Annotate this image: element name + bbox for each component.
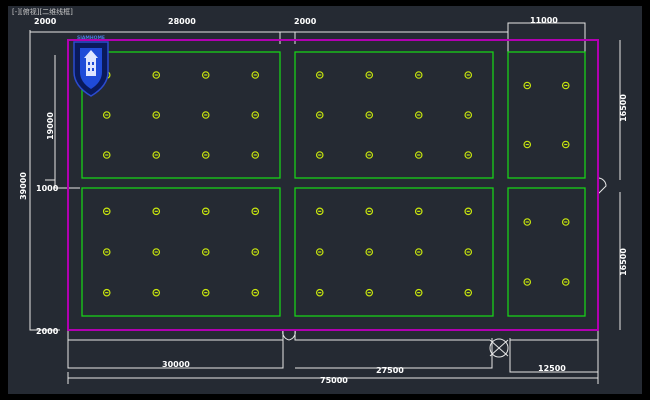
light-fixture-mark [466, 292, 470, 294]
dim-top-mid-2000: 2000 [294, 17, 317, 26]
light-fixture-mark [466, 154, 470, 156]
dim-bottom-12500: 12500 [538, 364, 566, 373]
light-fixture-mark [154, 210, 158, 212]
cad-viewport[interactable]: [-][俯视][二维线框] 2000 28000 2000 11000 1900… [8, 6, 642, 394]
light-fixture-mark [253, 114, 257, 116]
light-fixture-mark [417, 292, 421, 294]
floor-plan-drawing: 2000 28000 2000 11000 19000 39000 1000 2… [19, 16, 628, 385]
zone-top-left [81, 51, 281, 179]
light-fixture-mark [367, 74, 371, 76]
dim-top-11000: 11000 [530, 16, 558, 25]
light-fixture-mark [564, 281, 568, 283]
screen-frame: [-][俯视][二维线框] 2000 28000 2000 11000 1900… [0, 0, 650, 400]
light-fixture-mark [564, 221, 568, 223]
light-fixture-mark [253, 251, 257, 253]
light-fixture-mark [318, 251, 322, 253]
light-fixture-mark [253, 74, 257, 76]
light-fixture-mark [253, 154, 257, 156]
light-fixture-mark [154, 251, 158, 253]
light-fixture-mark [204, 114, 208, 116]
light-fixture-mark [417, 114, 421, 116]
light-fixture-mark [564, 84, 568, 87]
dim-left-19000: 19000 [46, 112, 55, 140]
light-fixture-mark [466, 210, 470, 212]
dim-left-39000: 39000 [19, 172, 28, 200]
brand-logo: SIAMHOME [73, 35, 109, 97]
light-fixture-mark [525, 143, 529, 146]
light-fixture-mark [367, 251, 371, 253]
dim-right-bottom-16500: 16500 [619, 248, 628, 276]
logo-building-icon [86, 58, 96, 76]
dim-top-28000: 28000 [168, 17, 196, 26]
light-fixture-mark [525, 84, 529, 87]
light-fixtures [102, 71, 570, 297]
logo-text: SIAMHOME [77, 35, 105, 41]
dim-left-bottom-2000: 2000 [36, 327, 59, 336]
light-fixture-mark [466, 251, 470, 253]
light-fixture-mark [367, 114, 371, 116]
light-fixture-mark [417, 251, 421, 253]
light-fixture-mark [105, 154, 109, 156]
light-fixture-mark [564, 143, 568, 146]
light-fixture-mark [318, 154, 322, 156]
dim-bottom-30000: 30000 [162, 360, 190, 369]
zone-bottom-left [81, 187, 281, 317]
light-fixture-mark [204, 154, 208, 156]
zone-top-right [507, 51, 586, 179]
light-fixture-mark [105, 251, 109, 253]
zone-bottom-middle [294, 187, 494, 317]
light-fixture-mark [417, 210, 421, 212]
light-fixture-mark [318, 74, 322, 76]
zone-bottom-right [507, 187, 586, 317]
light-fixture-mark [318, 114, 322, 116]
dim-left-1000: 1000 [36, 184, 59, 193]
light-fixture-mark [318, 210, 322, 212]
light-fixture-mark [105, 210, 109, 212]
light-fixture-mark [105, 292, 109, 294]
light-fixture-mark [204, 210, 208, 212]
building-outline [67, 39, 599, 331]
light-fixture-mark [367, 154, 371, 156]
light-fixture-mark [154, 154, 158, 156]
light-fixture-mark [367, 210, 371, 212]
light-fixture-mark [367, 292, 371, 294]
light-fixture-mark [154, 114, 158, 116]
light-fixture-mark [525, 281, 529, 283]
light-fixture-mark [105, 114, 109, 116]
light-fixture-mark [525, 221, 529, 223]
dim-bottom-27500: 27500 [376, 366, 404, 375]
dim-bottom-75000: 75000 [320, 376, 348, 385]
light-fixture-mark [417, 154, 421, 156]
light-fixture-mark [253, 210, 257, 212]
zone-top-middle [294, 51, 494, 179]
dim-right-top-16500: 16500 [619, 94, 628, 122]
light-fixture-mark [154, 292, 158, 294]
light-fixture-mark [154, 74, 158, 76]
light-fixture-mark [466, 114, 470, 116]
light-fixture-mark [318, 292, 322, 294]
lighting-zones [81, 51, 586, 317]
light-fixture-mark [204, 74, 208, 76]
light-fixture-mark [253, 292, 257, 294]
light-fixture-mark [417, 74, 421, 76]
light-fixture-mark [466, 74, 470, 76]
dim-top-left-2000: 2000 [34, 17, 57, 26]
light-fixture-mark [204, 251, 208, 253]
light-fixture-mark [204, 292, 208, 294]
